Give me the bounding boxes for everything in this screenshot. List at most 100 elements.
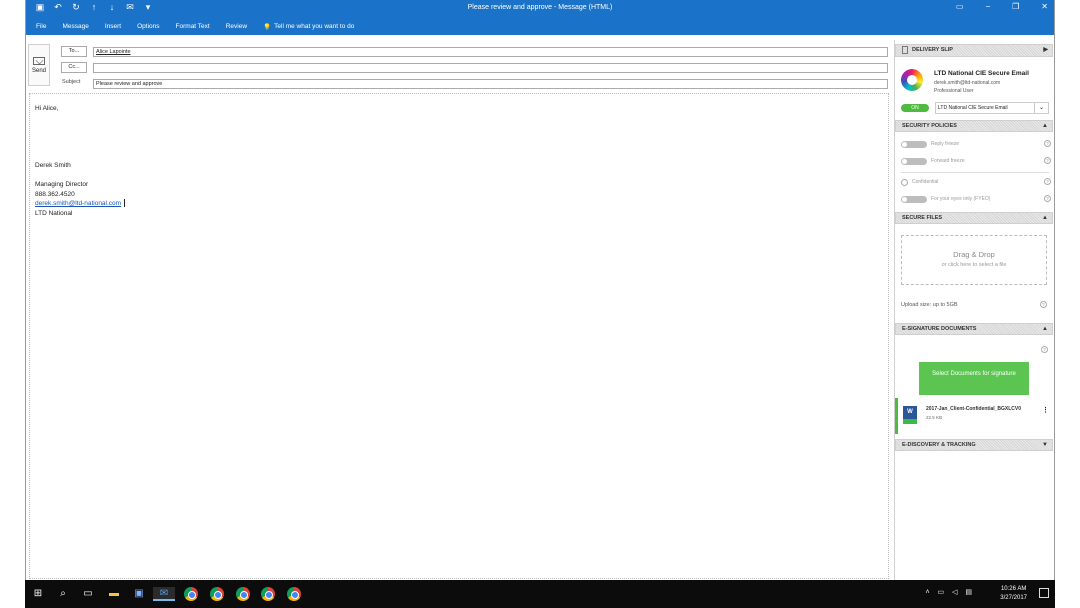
signature-name: Derek Smith bbox=[35, 161, 71, 169]
search-icon[interactable]: ⌕ bbox=[56, 587, 70, 601]
policy-forward-freeze: Forward freeze ? bbox=[901, 157, 1051, 167]
window-title: Please review and approve - Message (HTM… bbox=[467, 4, 613, 11]
signature-document-item[interactable]: W 2017-Jan_Client-Confidential_BGXLCV0 2… bbox=[895, 398, 1051, 434]
on-toggle[interactable]: ON bbox=[901, 104, 929, 112]
ediscovery-label: E-DISCOVERY & TRACKING bbox=[902, 442, 976, 448]
file-drop-zone[interactable]: Drag & Drop or click here to select a fi… bbox=[901, 235, 1047, 285]
collapse-caret-icon[interactable]: ▲ bbox=[1042, 121, 1048, 131]
signature-email-link[interactable]: derek.smith@ltd-national.com bbox=[35, 200, 121, 207]
chrome-icon[interactable] bbox=[210, 587, 224, 601]
more-options-icon[interactable]: ⋮ bbox=[1042, 406, 1049, 414]
color-wheel-logo bbox=[901, 69, 923, 91]
secure-switch-row: ON LTD National CIE Secure Email ⌄ bbox=[895, 102, 1053, 114]
windows-taskbar: ⊞ ⌕ ▭ ▬ ▣ ✉ ˄ ▭ ◁ ▤ 10:26 AM 3/27/2017 bbox=[25, 580, 1055, 608]
upload-size-info: Upload size: up to 5GB ? bbox=[901, 301, 1051, 308]
subject-field[interactable]: Please review and approve bbox=[93, 79, 888, 89]
outlook-window: ▣ ↶ ↻ ↑ ↓ ✉ ▾ Please review and approve … bbox=[25, 0, 1055, 580]
expand-caret-icon[interactable]: ▼ bbox=[1042, 440, 1048, 450]
secure-files-label: SECURE FILES bbox=[902, 215, 943, 221]
signature-phone: 888.362.4520 bbox=[35, 190, 75, 198]
chrome-icon[interactable] bbox=[236, 587, 250, 601]
security-policies-label: SECURITY POLICIES bbox=[902, 123, 957, 129]
window-controls: ▭ − ❐ ✕ bbox=[956, 2, 1048, 11]
greeting: Hi Alice, bbox=[35, 105, 59, 112]
security-policies-header[interactable]: SECURITY POLICIES ▲ bbox=[895, 120, 1053, 132]
tab-message[interactable]: Message bbox=[62, 23, 88, 30]
tell-me-box[interactable]: 💡 Tell me what you want to do bbox=[263, 23, 354, 31]
document-name: 2017-Jan_Client-Confidential_BGXLCV0 bbox=[926, 406, 1022, 412]
policy-label: Forward freeze bbox=[931, 158, 965, 164]
tab-file[interactable]: File bbox=[36, 23, 46, 30]
chrome-icon[interactable] bbox=[261, 587, 275, 601]
taskbar-clock[interactable]: 10:26 AM 3/27/2017 bbox=[1000, 585, 1027, 603]
signature-company: LTD National bbox=[35, 209, 73, 217]
policy-confidential: Confidential ? bbox=[901, 178, 1051, 188]
delivery-slip-label: DELIVERY SLIP bbox=[912, 47, 953, 53]
account-name: LTD National CIE Secure Email bbox=[934, 70, 1029, 77]
help-icon[interactable]: ? bbox=[1044, 195, 1051, 202]
tab-options[interactable]: Options bbox=[137, 23, 159, 30]
system-tray-icons[interactable]: ˄ ▭ ◁ ▤ bbox=[925, 588, 975, 596]
ribbon-display-icon[interactable]: ▭ bbox=[956, 2, 964, 11]
reply-freeze-toggle[interactable] bbox=[901, 141, 927, 148]
task-view-icon[interactable]: ▭ bbox=[81, 587, 95, 601]
account-select[interactable]: LTD National CIE Secure Email ⌄ bbox=[935, 102, 1049, 114]
outlook-taskbar-icon[interactable]: ✉ bbox=[153, 587, 175, 601]
tab-insert[interactable]: Insert bbox=[105, 23, 121, 30]
drag-drop-subtitle: or click here to select a file bbox=[941, 262, 1007, 268]
help-icon[interactable]: ? bbox=[1044, 140, 1051, 147]
collapse-panel-icon[interactable]: ▶ bbox=[1043, 45, 1048, 55]
help-icon[interactable]: ? bbox=[1041, 346, 1048, 353]
policy-label: For your eyes only (FYEO) bbox=[931, 196, 991, 202]
account-role: Professional User bbox=[934, 88, 974, 94]
photos-app-icon[interactable]: ▣ bbox=[132, 587, 146, 601]
windows-start-icon[interactable]: ⊞ bbox=[31, 587, 45, 601]
forward-freeze-toggle[interactable] bbox=[901, 158, 927, 165]
help-icon[interactable]: ? bbox=[1044, 178, 1051, 185]
compose-area: Send To... Alice Lapointe Cc... Subject … bbox=[26, 44, 892, 580]
drag-drop-title: Drag & Drop bbox=[953, 250, 995, 259]
signature-title: Managing Director bbox=[35, 181, 89, 188]
secure-files-header[interactable]: SECURE FILES ▲ bbox=[895, 212, 1053, 224]
restore-icon[interactable]: ❐ bbox=[1012, 2, 1019, 11]
confidential-radio[interactable] bbox=[901, 179, 908, 186]
policy-fyeo: For your eyes only (FYEO) ? bbox=[901, 195, 1051, 205]
clock-time: 10:26 AM bbox=[1000, 586, 1027, 592]
minimize-icon[interactable]: − bbox=[985, 2, 990, 11]
send-label: Send bbox=[31, 67, 46, 74]
policy-reply-freeze: Reply freeze ? bbox=[901, 140, 1051, 150]
chrome-icon[interactable] bbox=[184, 587, 198, 601]
policy-label: Reply freeze bbox=[931, 141, 960, 147]
cc-field[interactable] bbox=[93, 63, 888, 73]
tab-review[interactable]: Review bbox=[226, 23, 247, 30]
lightbulb-icon: 💡 bbox=[263, 23, 272, 31]
close-icon[interactable]: ✕ bbox=[1041, 2, 1048, 11]
chrome-icon[interactable] bbox=[287, 587, 301, 601]
message-body[interactable]: Hi Alice, Derek Smith Managing Director … bbox=[29, 93, 889, 579]
text-cursor bbox=[124, 199, 126, 208]
collapse-caret-icon[interactable]: ▲ bbox=[1042, 213, 1048, 223]
help-icon[interactable]: ? bbox=[1040, 301, 1047, 308]
secure-email-panel: DELIVERY SLIP ▶ LTD National CIE Secure … bbox=[894, 40, 1054, 580]
to-button[interactable]: To... bbox=[61, 46, 87, 57]
upload-size-label: Upload size: up to 5GB bbox=[901, 302, 958, 308]
select-documents-button[interactable]: Select Documents for signature bbox=[919, 362, 1029, 395]
delivery-slip-header[interactable]: DELIVERY SLIP ▶ bbox=[895, 44, 1053, 57]
esignature-label: E-SIGNATURE DOCUMENTS bbox=[902, 326, 977, 332]
chevron-down-icon[interactable]: ⌄ bbox=[1034, 103, 1048, 113]
subject-label: Subject bbox=[62, 79, 81, 85]
fyeo-toggle[interactable] bbox=[901, 196, 927, 203]
notification-icon[interactable] bbox=[1039, 588, 1049, 598]
ribbon-tabs: File Message Insert Options Format Text … bbox=[26, 18, 1054, 35]
document-size: 22.5 KB bbox=[926, 415, 943, 420]
file-explorer-icon[interactable]: ▬ bbox=[107, 587, 121, 601]
collapse-caret-icon[interactable]: ▲ bbox=[1042, 324, 1048, 334]
esignature-header[interactable]: E-SIGNATURE DOCUMENTS ▲ bbox=[895, 323, 1053, 335]
tab-format-text[interactable]: Format Text bbox=[176, 23, 210, 30]
cc-button[interactable]: Cc... bbox=[61, 62, 87, 73]
ediscovery-header[interactable]: E-DISCOVERY & TRACKING ▼ bbox=[895, 439, 1053, 451]
policy-label: Confidential bbox=[912, 179, 939, 185]
to-field[interactable]: Alice Lapointe bbox=[93, 47, 888, 57]
help-icon[interactable]: ? bbox=[1044, 157, 1051, 164]
send-button[interactable]: Send bbox=[28, 44, 50, 86]
